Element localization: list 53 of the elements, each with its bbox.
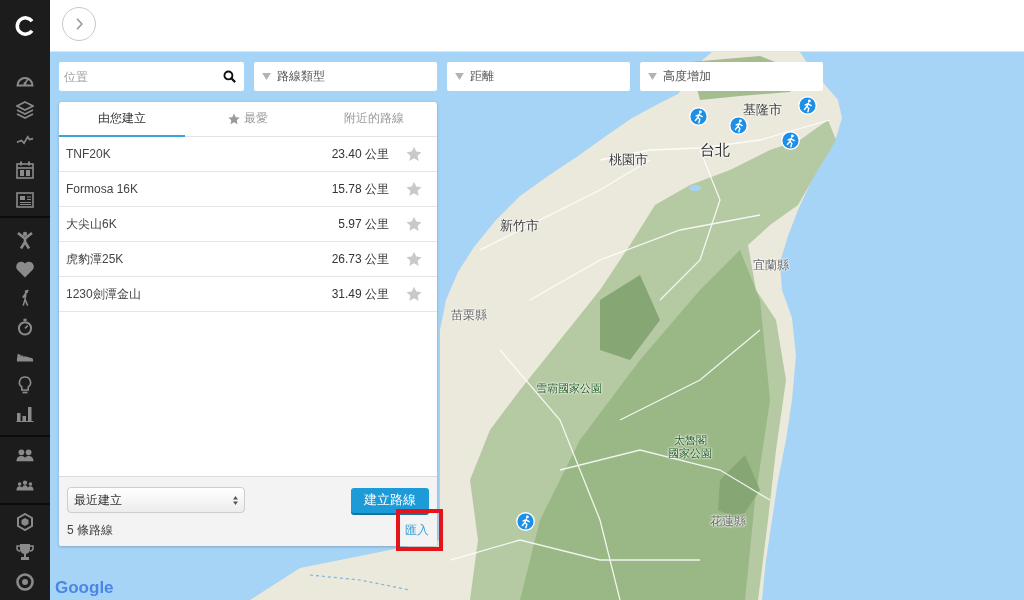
- star-icon: [228, 112, 240, 125]
- filter-dropdown[interactable]: 路線類型: [254, 62, 437, 91]
- favorite-star-icon[interactable]: [406, 181, 422, 197]
- map-place-label: 花蓮縣: [710, 515, 746, 529]
- up-down-caret-icon: [233, 495, 238, 505]
- route-distance: 23.40 公里: [331, 145, 389, 163]
- map-place-label: 基隆市: [742, 102, 782, 118]
- logo-icon[interactable]: [15, 16, 35, 36]
- route-count: 5 條路線: [67, 521, 113, 539]
- panel-tab[interactable]: 由您建立: [59, 102, 185, 137]
- target-icon[interactable]: [16, 573, 34, 591]
- bar-chart-icon[interactable]: [16, 405, 34, 423]
- map-place-label: 宜蘭縣: [753, 259, 789, 273]
- stopwatch-icon[interactable]: [16, 318, 34, 336]
- route-name[interactable]: 1230劍潭金山: [66, 285, 332, 303]
- map-place-label: 雪霸國家公園: [536, 381, 602, 395]
- map-place-label: 國家公園: [668, 446, 712, 460]
- layers-icon[interactable]: [16, 101, 34, 119]
- calendar-icon[interactable]: [16, 161, 34, 179]
- map-logo: Google: [55, 578, 114, 598]
- favorite-star-icon[interactable]: [406, 286, 422, 302]
- search-icon[interactable]: [223, 70, 236, 83]
- caret-down-icon: [648, 73, 657, 80]
- trophy-icon[interactable]: [16, 543, 34, 561]
- map-place-label: 桃園市: [608, 152, 648, 168]
- map-place-label: 新竹市: [499, 218, 539, 234]
- filter-dropdown[interactable]: 距離: [447, 62, 630, 91]
- route-name[interactable]: TNF20K: [66, 147, 332, 161]
- route-name[interactable]: 虎豹潭25K: [66, 250, 332, 268]
- map-place-label: 苗栗縣: [451, 309, 487, 323]
- caret-down-icon: [262, 73, 271, 80]
- newspaper-icon[interactable]: [16, 191, 34, 209]
- map-place-label: 太魯閣: [673, 433, 707, 447]
- chevron-right-icon: [75, 18, 83, 30]
- favorite-star-icon[interactable]: [406, 146, 422, 162]
- hexagon-icon[interactable]: [16, 513, 34, 531]
- route-name[interactable]: Formosa 16K: [66, 182, 332, 196]
- route-distance: 31.49 公里: [331, 285, 389, 303]
- favorite-star-icon[interactable]: [406, 216, 422, 232]
- location-search-field[interactable]: 位置: [59, 62, 244, 91]
- heart-icon[interactable]: [16, 260, 34, 278]
- route-name[interactable]: 大尖山6K: [66, 215, 339, 233]
- route-distance: 26.73 公里: [331, 250, 389, 268]
- route-distance: 15.78 公里: [331, 180, 389, 198]
- lightbulb-icon[interactable]: [16, 376, 34, 394]
- route-distance: 5.97 公里: [338, 215, 389, 233]
- favorite-star-icon[interactable]: [406, 251, 422, 267]
- map-place-label: 台北: [700, 141, 730, 159]
- filter-dropdown[interactable]: 高度增加: [640, 62, 823, 91]
- caret-down-icon: [455, 73, 464, 80]
- person-icon[interactable]: [16, 231, 34, 249]
- sort-select[interactable]: 最近建立: [67, 487, 245, 513]
- two-people-icon[interactable]: [16, 446, 34, 464]
